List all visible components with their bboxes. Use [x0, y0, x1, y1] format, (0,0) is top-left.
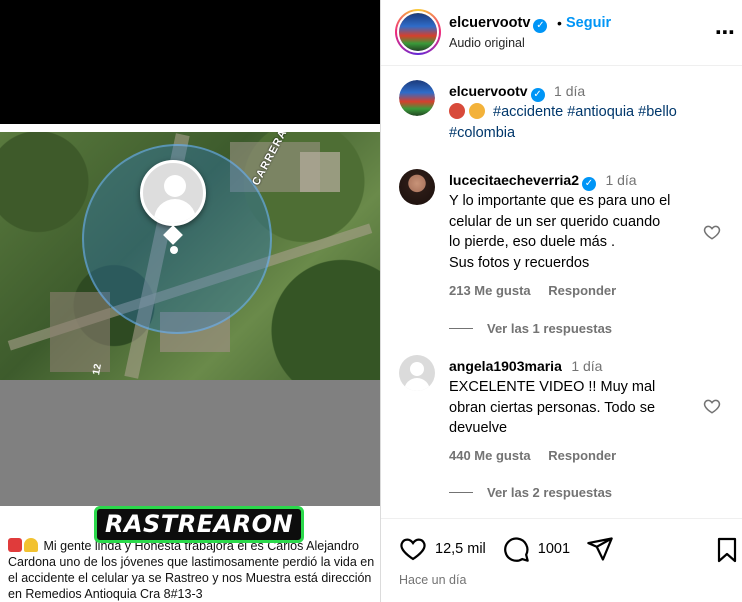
hashtag-link[interactable]: #bello — [638, 104, 677, 120]
location-pin-dot — [170, 246, 178, 254]
view-replies-label[interactable]: Ver las 2 respuestas — [487, 485, 612, 500]
comment-avatar[interactable] — [399, 355, 435, 391]
comment-username[interactable]: lucecitaecheverria2 — [449, 172, 579, 188]
comment-username[interactable]: angela1903maria — [449, 358, 562, 374]
comments-count[interactable]: 1001 — [538, 541, 570, 557]
view-replies-button[interactable]: Ver las 2 respuestas — [449, 485, 612, 500]
view-replies-label[interactable]: Ver las 1 respuestas — [487, 321, 612, 336]
post-timestamp[interactable]: Hace un día — [399, 573, 466, 587]
follow-button[interactable]: Seguir — [566, 15, 611, 31]
comment-line: celular de un ser querido cuando — [449, 213, 661, 230]
like-heart-icon[interactable] — [399, 535, 427, 563]
more-options-icon[interactable]: ⋯ — [715, 20, 736, 45]
overlay-title: RASTREARON — [94, 506, 305, 543]
map-number-label: 12 — [91, 363, 104, 376]
media-caption-text: Mi gente linda y Honesta trabajora el es… — [8, 539, 375, 601]
like-comment-heart-icon[interactable] — [703, 223, 721, 241]
comment-head: lucecitaecheverria2 ✓ 1 día — [449, 172, 637, 191]
caption-text: #accidente #antioquia #bello #colombia — [449, 102, 729, 143]
hashtag-link[interactable]: #colombia — [449, 125, 515, 141]
header-separator: • — [557, 15, 562, 31]
like-comment-heart-icon[interactable] — [703, 397, 721, 415]
reply-button[interactable]: Responder — [548, 283, 616, 298]
comment-likes[interactable]: 213 Me gusta — [449, 283, 531, 298]
comment-meta: 213 Me gusta Responder — [449, 283, 630, 298]
map-screenshot: CARRERA 8 12 — [0, 132, 380, 380]
header-username-text[interactable]: elcuervootv — [449, 15, 530, 31]
praying-hands-emoji-icon — [24, 538, 38, 552]
comments-section[interactable]: elcuervootv ✓ 1 día #accidente #antioquia… — [381, 67, 742, 517]
hashtag-link[interactable]: #accidente — [493, 104, 563, 120]
video-gray-area — [0, 380, 380, 506]
post-media[interactable]: CARRERA 8 12 Mi gente linda y Honesta tr… — [0, 0, 380, 602]
location-pin-avatar — [140, 160, 206, 226]
comment-line: lo pierde, eso duele más . — [449, 234, 616, 250]
reply-button[interactable]: Responder — [548, 448, 616, 463]
comment-time[interactable]: 1 día — [605, 172, 636, 188]
action-bar: 12,5 mil 1001 — [399, 535, 614, 563]
comment-meta: 440 Me gusta Responder — [449, 448, 630, 463]
likes-count[interactable]: 12,5 mil — [435, 541, 486, 557]
comment-avatar[interactable] — [399, 169, 435, 205]
alarm-emoji-icon — [8, 538, 22, 552]
angry-emoji-icon — [449, 103, 465, 119]
caption-time[interactable]: 1 día — [554, 83, 585, 99]
post-side-panel: elcuervootv ✓ • Seguir Audio original ⋯ e… — [380, 0, 742, 602]
view-replies-button[interactable]: Ver las 1 respuestas — [449, 321, 612, 336]
save-bookmark-icon[interactable] — [715, 537, 739, 563]
comment-line: Y lo importante que es para uno el — [449, 193, 671, 209]
comment-line: obran ciertas personas. Todo se — [449, 399, 656, 416]
comment-likes[interactable]: 440 Me gusta — [449, 448, 531, 463]
audio-label[interactable]: Audio original — [449, 36, 525, 50]
comment-line: Sus fotos y recuerdos — [449, 254, 590, 271]
caption-head: elcuervootv ✓ 1 día — [449, 83, 585, 102]
verified-badge-icon: ✓ — [533, 19, 548, 33]
comment-line: EXCELENTE VIDEO !! Muy mal — [449, 379, 656, 395]
comment-text: Y lo importante que es para uno el celul… — [449, 191, 709, 273]
comment-bubble-icon[interactable] — [502, 535, 530, 563]
comment-text: EXCELENTE VIDEO !! Muy mal obran ciertas… — [449, 377, 709, 439]
caption-username[interactable]: elcuervootv — [449, 83, 528, 99]
verified-badge-icon: ✓ — [581, 177, 596, 191]
header-username[interactable]: elcuervootv ✓ — [449, 15, 548, 33]
media-caption: Mi gente linda y Honesta trabajora el es… — [8, 538, 376, 602]
media-divider — [0, 124, 380, 132]
hashtag-link[interactable]: #antioquia — [567, 104, 634, 120]
avatar[interactable] — [395, 9, 441, 55]
caption-avatar[interactable] — [399, 80, 435, 116]
comment-time[interactable]: 1 día — [571, 358, 602, 374]
verified-badge-icon: ✓ — [530, 88, 545, 102]
sad-emoji-icon — [469, 103, 485, 119]
post-header: elcuervootv ✓ • Seguir Audio original ⋯ — [381, 0, 742, 66]
share-send-icon[interactable] — [586, 535, 614, 563]
post-footer: 12,5 mil 1001 Hace un día — [381, 518, 742, 602]
comment-head: angela1903maria 1 día — [449, 358, 602, 376]
comment-line: devuelve — [449, 420, 508, 436]
